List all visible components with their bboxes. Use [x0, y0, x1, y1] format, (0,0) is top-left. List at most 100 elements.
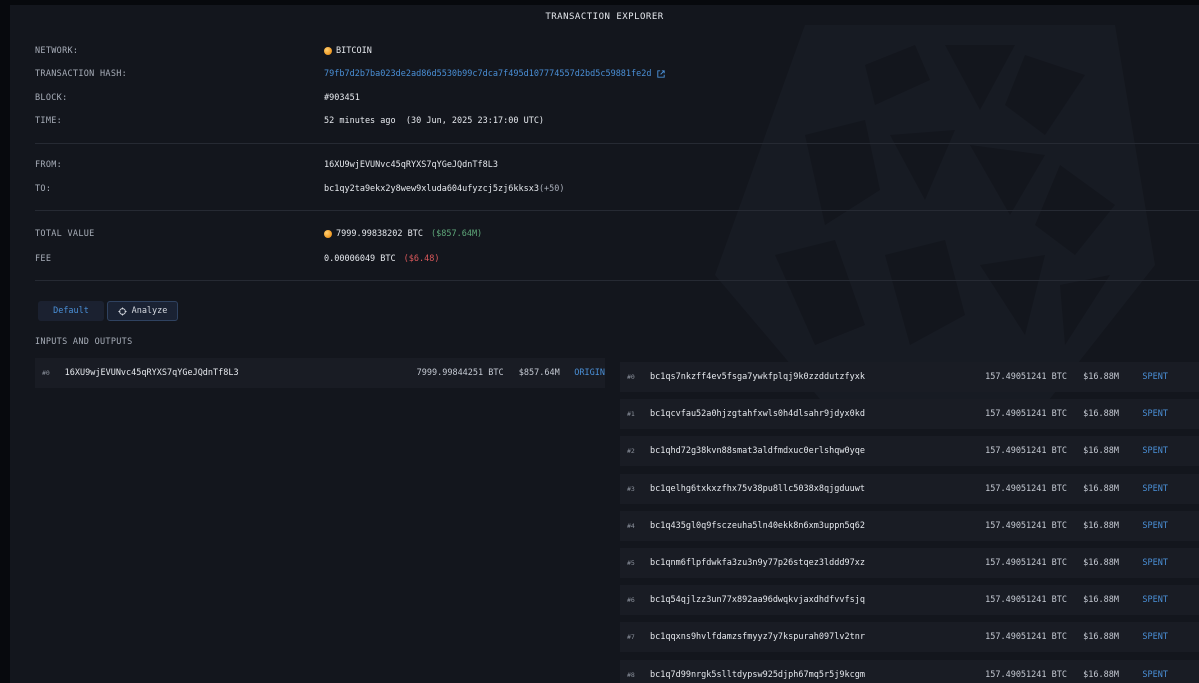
divider [35, 143, 1199, 144]
total-value-usd: ($857.64M) [431, 229, 483, 239]
output-index: #0 [627, 373, 635, 381]
spent-badge[interactable]: SPENT [1119, 595, 1168, 605]
output-row[interactable]: #5 bc1qnm6flpfdwkfa3zu3n9y77p26stqez3lddd… [620, 548, 1199, 578]
output-row[interactable]: #7 bc1qqxns9hvlfdamzsfmyyz7y7kspurah097lv… [620, 622, 1199, 653]
total-value-label: TOTAL VALUE [35, 229, 95, 239]
hash-link[interactable]: 79fb7d2b7ba023de2ad86d5530b99c7dca7f495d… [324, 69, 652, 79]
output-btc: 157.49051241 BTC [985, 446, 1067, 457]
block-value: #903451 [324, 93, 360, 103]
output-row[interactable]: #8 bc1q7d99nrgk5slltdypsw925djph67mq5r5j9… [620, 659, 1199, 683]
output-address[interactable]: bc1qcvfau52a0hjzgtahfxwls0h4dlsahr9jdyx0… [650, 409, 973, 419]
external-link-icon[interactable] [656, 70, 665, 78]
output-btc: 157.49051241 BTC [985, 669, 1067, 680]
input-address[interactable]: 16XU9wjEVUNvc45qRYXS7qYGeJQdnTf8L3 [65, 368, 405, 378]
spent-badge[interactable]: SPENT [1119, 484, 1168, 494]
tab-default[interactable]: Default [38, 301, 104, 321]
output-index: #8 [627, 670, 635, 679]
output-index: #6 [627, 596, 635, 605]
output-row[interactable]: #3 bc1qelhg6txkxzfhx75v38pu8llc5038x8qjgd… [620, 473, 1199, 504]
output-address[interactable]: bc1qs7nkzff4ev5fsga7ywkfplqj9k0zzddutzfy… [650, 372, 973, 382]
output-btc: 157.49051241 BTC [985, 409, 1067, 420]
analyze-icon [118, 306, 127, 316]
output-usd: $16.88M [1083, 520, 1119, 531]
output-btc: 157.49051241 BTC [985, 558, 1067, 568]
bitcoin-icon [324, 230, 332, 238]
output-usd: $16.88M [1083, 483, 1119, 494]
from-row: FROM: 16XU9wjEVUNvc45qRYXS7qYGeJQdnTf8L3 [35, 160, 498, 170]
from-label: FROM: [35, 160, 63, 170]
output-index: #5 [627, 559, 635, 567]
block-label: BLOCK: [35, 93, 68, 103]
total-value-row: TOTAL VALUE 7999.99838202 BTC ($857.64M) [35, 229, 482, 239]
output-usd: $16.88M [1083, 372, 1119, 382]
input-index: #0 [42, 369, 50, 377]
output-address[interactable]: bc1q54qjlzz3un77x892aa96dwqkvjaxdhdfvvfs… [650, 595, 973, 605]
fee-label: FEE [35, 254, 52, 264]
output-row[interactable]: #0 bc1qs7nkzff4ev5fsga7ywkfplqj9k0zzddutz… [620, 362, 1199, 392]
hash-row: TRANSACTION HASH: 79fb7d2b7ba023de2ad86d… [35, 69, 665, 79]
total-value-btc: 7999.99838202 BTC [336, 229, 423, 239]
network-value: BITCOIN [336, 46, 372, 56]
output-index: #1 [627, 410, 635, 419]
output-btc: 157.49051241 BTC [985, 520, 1067, 531]
to-address[interactable]: bc1qy2ta9ekx2y8wew9xluda604ufyzcj5zj6kks… [324, 184, 539, 194]
time-label: TIME: [35, 116, 63, 126]
origin-badge[interactable]: ORIGIN [560, 368, 605, 378]
time-value: 52 minutes ago (30 Jun, 2025 23:17:00 UT… [324, 116, 545, 126]
output-address[interactable]: bc1qelhg6txkxzfhx75v38pu8llc5038x8qjgduu… [650, 484, 973, 494]
tab-analyze[interactable]: Analyze [107, 301, 178, 321]
explorer-panel: TRANSACTION EXPLORER NETWORK: BITCOIN TR… [10, 5, 1199, 683]
input-row[interactable]: #0 16XU9wjEVUNvc45qRYXS7qYGeJQdnTf8L3 79… [35, 358, 605, 388]
output-row[interactable]: #4 bc1q435gl0q9fsczeuha5ln40ekk8n6xm3uppn… [620, 510, 1199, 541]
network-label: NETWORK: [35, 46, 79, 56]
output-index: #7 [627, 633, 635, 642]
output-row[interactable]: #2 bc1qhd72g38kvn88smat3aldfmdxuc0erlshqw… [620, 436, 1199, 467]
divider [35, 210, 1199, 211]
tab-analyze-label: Analyze [131, 306, 168, 316]
time-row: TIME: 52 minutes ago (30 Jun, 2025 23:17… [35, 116, 544, 126]
output-row[interactable]: #6 bc1q54qjlzz3un77x892aa96dwqkvjaxdhdfvv… [620, 585, 1199, 616]
output-address[interactable]: bc1q435gl0q9fsczeuha5ln40ekk8n6xm3uppn5q… [650, 521, 973, 531]
page-title: TRANSACTION EXPLORER [545, 12, 664, 22]
output-usd: $16.88M [1083, 409, 1119, 420]
fee-row: FEE 0.00006049 BTC ($6.48) [35, 254, 439, 264]
fee-usd: ($6.48) [403, 254, 440, 264]
spent-badge[interactable]: SPENT [1119, 632, 1168, 642]
to-row: TO: bc1qy2ta9ekx2y8wew9xluda604ufyzcj5zj… [35, 184, 565, 194]
divider [35, 280, 1199, 281]
to-more-count[interactable]: (+50) [539, 184, 565, 194]
output-usd: $16.88M [1083, 595, 1119, 606]
output-row[interactable]: #1 bc1qcvfau52a0hjzgtahfxwls0h4dlsahr9jdy… [620, 399, 1199, 430]
spent-badge[interactable]: SPENT [1119, 670, 1168, 680]
output-index: #4 [627, 521, 635, 530]
output-index: #3 [627, 484, 635, 493]
spent-badge[interactable]: SPENT [1119, 558, 1168, 568]
output-btc: 157.49051241 BTC [985, 372, 1067, 382]
input-usd: $857.64M [518, 368, 560, 378]
input-btc: 7999.99844251 BTC [416, 368, 504, 378]
logo-watermark [715, 25, 1155, 405]
output-usd: $16.88M [1083, 446, 1119, 457]
output-index: #2 [627, 447, 635, 456]
inputs-outputs-heading: INPUTS AND OUTPUTS [35, 337, 133, 347]
output-usd: $16.88M [1083, 669, 1119, 680]
output-address[interactable]: bc1q7d99nrgk5slltdypsw925djph67mq5r5j9kc… [650, 670, 973, 680]
from-address[interactable]: 16XU9wjEVUNvc45qRYXS7qYGeJQdnTf8L3 [324, 160, 498, 170]
bitcoin-icon [324, 47, 332, 55]
output-btc: 157.49051241 BTC [985, 483, 1067, 494]
to-label: TO: [35, 184, 52, 194]
block-row: BLOCK: #903451 [35, 93, 360, 103]
output-address[interactable]: bc1qqxns9hvlfdamzsfmyyz7y7kspurah097lv2t… [650, 632, 973, 642]
network-row: NETWORK: BITCOIN [35, 46, 372, 56]
spent-badge[interactable]: SPENT [1119, 409, 1168, 419]
spent-badge[interactable]: SPENT [1119, 372, 1168, 382]
output-address[interactable]: bc1qnm6flpfdwkfa3zu3n9y77p26stqez3lddd97… [650, 558, 973, 568]
output-btc: 157.49051241 BTC [985, 632, 1067, 643]
view-tabs: Default Analyze [38, 301, 178, 321]
output-address[interactable]: bc1qhd72g38kvn88smat3aldfmdxuc0erlshqw0y… [650, 446, 973, 456]
output-usd: $16.88M [1083, 558, 1119, 568]
fee-btc: 0.00006049 BTC [324, 254, 396, 264]
spent-badge[interactable]: SPENT [1119, 521, 1168, 531]
hash-label: TRANSACTION HASH: [35, 69, 128, 79]
spent-badge[interactable]: SPENT [1119, 446, 1168, 456]
